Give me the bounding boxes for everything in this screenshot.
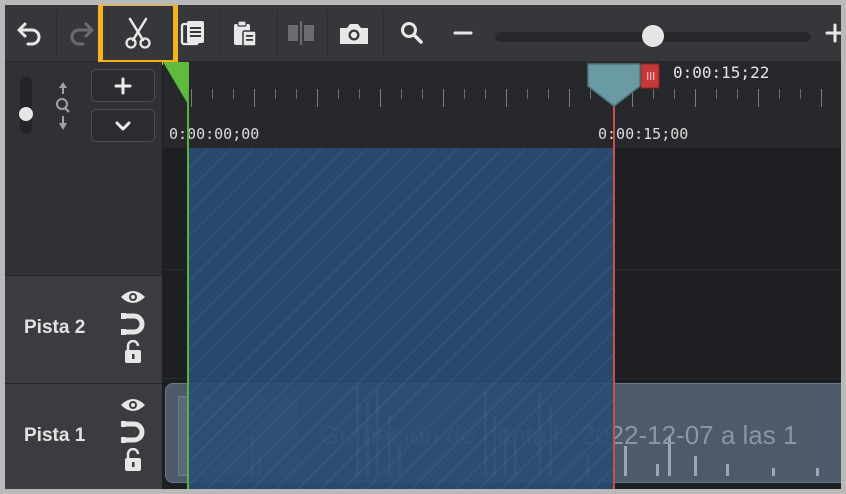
ruler-tick xyxy=(464,89,465,99)
ruler-tick xyxy=(296,89,297,99)
ruler-ticks xyxy=(163,89,841,111)
magnet-icon[interactable] xyxy=(121,313,145,335)
ruler-tick xyxy=(422,89,423,99)
zoom-search-button[interactable] xyxy=(392,13,432,53)
magnifier-icon xyxy=(401,22,423,44)
track-label: Pista 2 xyxy=(24,317,86,338)
minus-icon xyxy=(453,31,473,35)
ruler-tick xyxy=(233,89,234,99)
ruler-tick xyxy=(674,89,675,99)
ruler-tick xyxy=(359,89,360,99)
track-header-panel: Pista 2 Pista 1 xyxy=(5,62,162,489)
zoom-in-button[interactable] xyxy=(815,13,841,53)
split-icon xyxy=(288,21,314,45)
ruler-tick xyxy=(380,89,381,107)
waveform-bar xyxy=(726,464,729,476)
track-header-pista-1[interactable]: Pista 1 xyxy=(5,383,162,489)
in-point-line xyxy=(187,89,189,489)
track-label: Pista 1 xyxy=(24,425,86,446)
waveform-bar xyxy=(656,464,659,476)
redo-button[interactable] xyxy=(61,13,101,53)
camera-icon xyxy=(340,24,368,44)
track-controls xyxy=(119,288,147,364)
ruler-tick xyxy=(569,89,570,107)
playhead-end-marker[interactable] xyxy=(641,62,661,90)
ruler-tick xyxy=(275,89,276,99)
ruler-tick xyxy=(212,89,213,99)
track-height-icon xyxy=(56,82,70,130)
redo-icon xyxy=(70,22,94,46)
timeline-window: Pista 2 Pista 1 0:00:00;00 0:00:15;00 0:… xyxy=(5,5,841,489)
undo-icon xyxy=(17,22,41,46)
zoom-slider-knob[interactable] xyxy=(642,25,664,47)
ruler-start-label: 0:00:00;00 xyxy=(169,125,260,143)
add-track-button[interactable] xyxy=(91,69,155,102)
timeline-tracks-area[interactable]: Grabación de pantalla 2022-12-07 a las 1 xyxy=(163,148,841,489)
collapse-tracks-button[interactable] xyxy=(91,109,155,142)
paste-button[interactable] xyxy=(225,13,265,53)
ruler-tick xyxy=(317,89,318,107)
plus-icon xyxy=(825,23,841,43)
magnet-icon[interactable] xyxy=(121,421,145,443)
ruler-tick xyxy=(779,89,780,99)
ruler-tick xyxy=(548,89,549,99)
zoom-out-button[interactable] xyxy=(443,13,483,53)
playhead-line[interactable] xyxy=(613,106,615,489)
timeline-toolbar xyxy=(5,5,841,65)
ruler-tick xyxy=(485,89,486,99)
waveform-bar xyxy=(772,468,775,476)
track-header-pista-2[interactable]: Pista 2 xyxy=(5,275,162,383)
chevron-down-icon xyxy=(115,121,131,130)
ruler-tick xyxy=(800,89,801,99)
ruler-tick xyxy=(338,89,339,99)
selection-range[interactable] xyxy=(188,148,614,489)
ruler-tick xyxy=(191,89,192,107)
track-height-knob[interactable] xyxy=(19,107,33,121)
unlock-icon[interactable] xyxy=(123,448,143,472)
snapshot-button[interactable] xyxy=(334,13,374,53)
track-controls xyxy=(119,396,147,472)
waveform-bar xyxy=(816,468,819,476)
ruler-tick xyxy=(716,89,717,99)
plus-icon xyxy=(114,77,132,94)
eye-icon[interactable] xyxy=(119,396,147,414)
ruler-tick xyxy=(695,89,696,107)
copy-button[interactable] xyxy=(173,13,213,53)
split-button[interactable] xyxy=(281,13,321,53)
ruler-tick xyxy=(653,89,654,99)
playhead-time-readout: 0:00:15;22 xyxy=(673,63,770,82)
ruler-tick xyxy=(401,89,402,99)
cut-highlight-box xyxy=(98,5,178,65)
ruler-tick xyxy=(443,89,444,107)
ruler-tick xyxy=(821,89,822,107)
paste-icon xyxy=(234,20,257,47)
playhead-handle[interactable] xyxy=(587,62,645,107)
ruler-tick xyxy=(527,89,528,99)
ruler-mid-label: 0:00:15;00 xyxy=(598,125,689,143)
undo-button[interactable] xyxy=(10,13,50,53)
ruler-tick xyxy=(254,89,255,107)
ruler-tick xyxy=(506,89,507,107)
ruler-tick xyxy=(737,89,738,99)
waveform-bar xyxy=(694,456,697,476)
copy-icon xyxy=(180,21,204,46)
eye-icon[interactable] xyxy=(119,288,147,306)
track-height-slider[interactable] xyxy=(20,76,32,134)
unlock-icon[interactable] xyxy=(123,340,143,364)
ruler-tick xyxy=(758,89,759,107)
